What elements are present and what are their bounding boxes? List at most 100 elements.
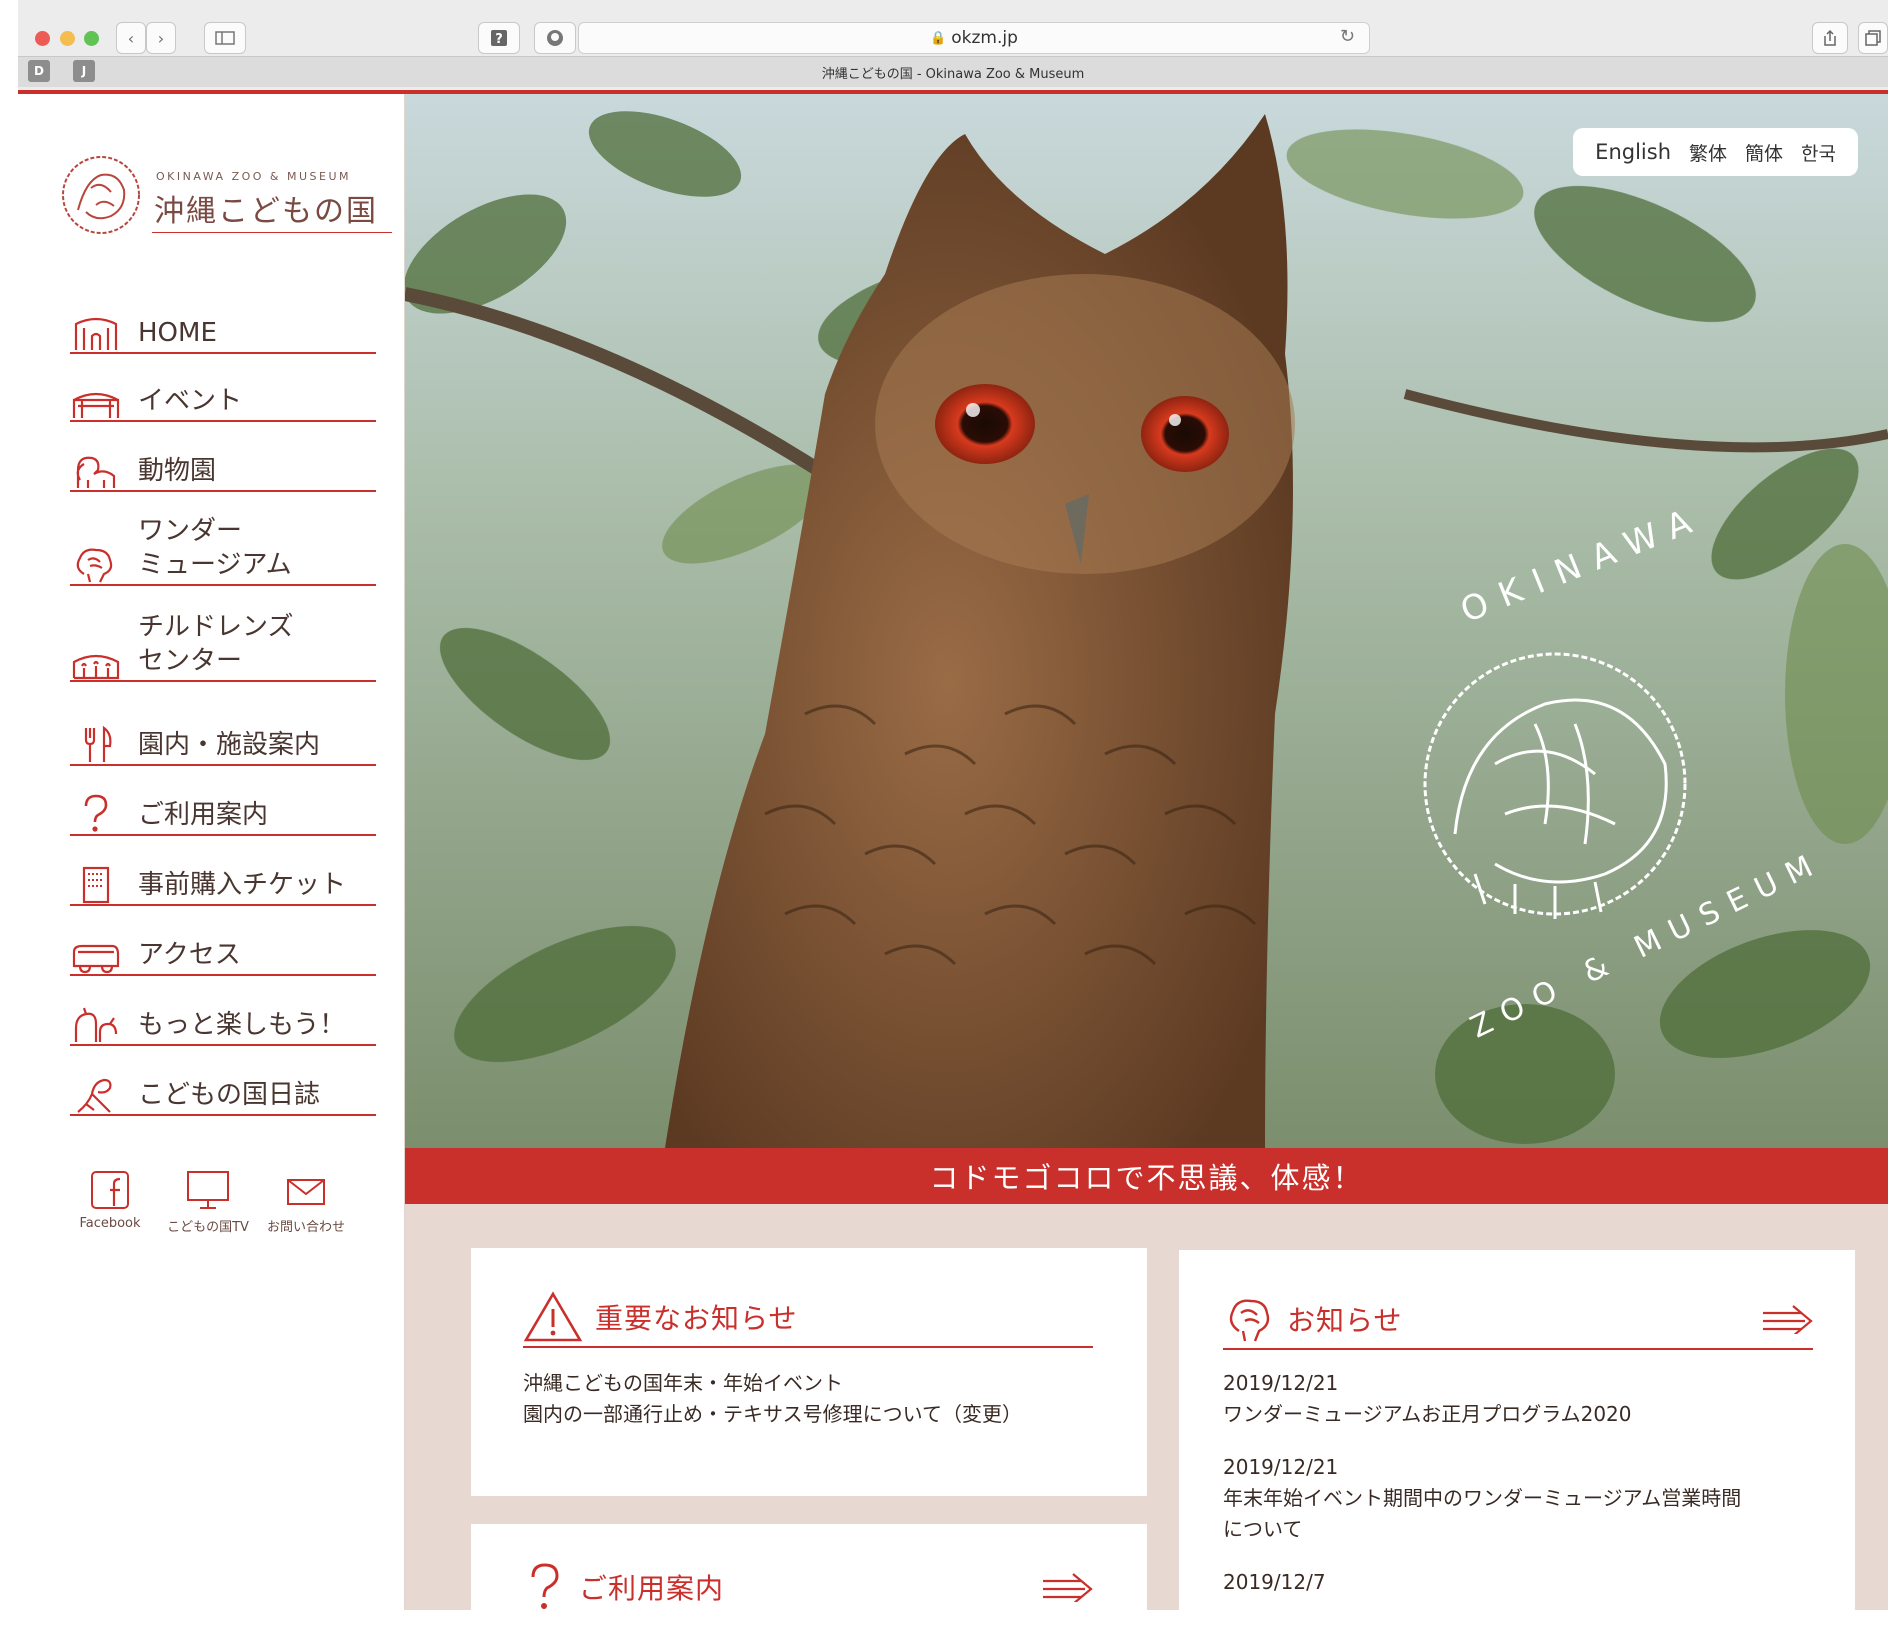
nav-item-enjoy-more[interactable]: もっと楽しもう！	[70, 994, 376, 1046]
facebook-link[interactable]: Facebook	[60, 1170, 160, 1231]
gate-icon	[74, 317, 118, 350]
question-icon	[531, 1563, 559, 1609]
important-notice-item[interactable]: 園内の一部通行止め・テキサス号修理について（変更）	[523, 1399, 1022, 1430]
double-arrow-right-icon[interactable]	[1761, 1304, 1813, 1334]
nav-label: 園内・施設案内	[138, 730, 321, 760]
nav-item-access[interactable]: アクセス	[70, 924, 376, 976]
stage-icon	[72, 392, 120, 418]
address-bar[interactable]: 🔒 okzm.jp ↻	[578, 22, 1370, 54]
url-text: okzm.jp	[951, 28, 1018, 48]
nav-label: もっと楽しもう！	[138, 1010, 346, 1040]
news-date: 2019/12/21	[1223, 1371, 1339, 1395]
kodomo-tv-link[interactable]: こどもの国TV	[158, 1170, 258, 1235]
news-text: ワンダーミュージアムお正月プログラム2020	[1223, 1402, 1632, 1426]
lang-korean[interactable]: 한국	[1801, 139, 1836, 166]
nav-item-advance-tickets[interactable]: 事前購入チケット	[70, 854, 376, 906]
double-arrow-right-icon[interactable]	[1041, 1572, 1093, 1602]
news-date: 2019/12/7	[1223, 1570, 1326, 1594]
nav-label: イベント	[138, 386, 243, 416]
important-notice-title: 重要なお知らせ	[595, 1302, 798, 1335]
help-icon: ?	[491, 30, 507, 47]
lang-traditional-chinese[interactable]: 繁体	[1689, 139, 1727, 166]
nav-label-line1: チルドレンズ	[138, 612, 294, 642]
share-button[interactable]	[1812, 22, 1848, 54]
browser-toolbar: ‹ › ? 🔒 okzm.jp ↻	[18, 8, 1888, 54]
news-item[interactable]: 2019/12/7	[1223, 1567, 1823, 1598]
news-text: 年末年始イベント期間中のワンダーミュージアム営業時間	[1223, 1486, 1742, 1510]
logo-underline	[152, 232, 392, 233]
site-logo[interactable]: OKINAWA ZOO & MUSEUM 沖縄こどもの国	[56, 150, 396, 250]
fork-knife-icon	[84, 725, 112, 762]
ghost-icon	[547, 30, 563, 46]
content-area: 重要なお知らせ 沖縄こどもの国年末・年始イベント 園内の一部通行止め・テキサス号…	[405, 1204, 1888, 1644]
language-switcher: English 繁体 簡体 한국	[1573, 128, 1858, 176]
ticket-icon	[82, 866, 110, 904]
facebook-icon	[91, 1171, 129, 1209]
lang-simplified-chinese[interactable]: 簡体	[1745, 139, 1783, 166]
sidebar-toggle-button[interactable]	[204, 22, 246, 54]
tab-bar: D J 沖縄こどもの国 - Okinawa Zoo & Museum	[18, 56, 1888, 87]
nav-label: 動物園	[138, 456, 217, 486]
nav-item-zoo[interactable]: 動物園	[70, 440, 376, 492]
lang-english[interactable]: English	[1595, 140, 1671, 164]
important-notice-item[interactable]: 沖縄こどもの国年末・年始イベント	[523, 1368, 1022, 1399]
nav-label: こどもの国日誌	[138, 1080, 321, 1110]
browser-chrome: ‹ › ? 🔒 okzm.jp ↻ D J 沖縄こどもの国 - Okinawa …	[18, 0, 1888, 94]
news-item[interactable]: 2019/12/21 年末年始イベント期間中のワンダーミュージアム営業時間 につ…	[1223, 1452, 1823, 1545]
news-text-continued: について	[1223, 1517, 1303, 1541]
logo-japanese: 沖縄こどもの国	[154, 194, 378, 229]
important-notice-card: 重要なお知らせ 沖縄こどもの国年末・年始イベント 園内の一部通行止め・テキサス号…	[471, 1248, 1147, 1496]
tagline-banner: コドモゴコロで不思議、体感！	[405, 1148, 1888, 1204]
nav-item-diary[interactable]: こどもの国日誌	[70, 1064, 376, 1116]
news-item[interactable]: 2019/12/21 ワンダーミュージアムお正月プログラム2020	[1223, 1368, 1823, 1430]
zoom-window-button[interactable]	[84, 31, 99, 46]
svg-text:?: ?	[495, 32, 503, 47]
mail-icon	[287, 1179, 325, 1205]
logo-english: OKINAWA ZOO & MUSEUM	[156, 170, 352, 183]
tv-icon	[187, 1171, 229, 1209]
children-icon	[72, 654, 120, 680]
nav-label-line1: ワンダー	[138, 516, 243, 546]
tabs-button[interactable]	[1858, 22, 1888, 54]
brain-icon	[1229, 1299, 1270, 1342]
nav-item-event[interactable]: イベント	[70, 370, 376, 422]
nav-item-childrens-center[interactable]: チルドレンズ センター	[70, 606, 376, 682]
nav-item-usage-guide[interactable]: ご利用案内	[70, 784, 376, 836]
nav-item-home[interactable]: HOME	[70, 302, 376, 354]
nav-label: ご利用案内	[138, 800, 269, 830]
nav-label: アクセス	[138, 940, 241, 970]
share-icon	[1824, 29, 1836, 46]
contact-link[interactable]: お問い合わせ	[256, 1170, 356, 1235]
nav-label-line2: センター	[138, 646, 243, 676]
important-notice-header: 重要なお知らせ	[523, 1288, 1093, 1348]
sidebar: OKINAWA ZOO & MUSEUM 沖縄こどもの国 HOME イベント 動…	[18, 94, 405, 1610]
nav-label-line2: ミュージアム	[138, 550, 292, 580]
news-date: 2019/12/21	[1223, 1455, 1339, 1479]
news-card: お知らせ 2019/12/21 ワンダーミュージアムお正月プログラム2020 2…	[1179, 1250, 1855, 1610]
extension-button[interactable]	[534, 22, 576, 54]
diary-icon	[77, 1078, 112, 1113]
reload-icon[interactable]: ↻	[1340, 26, 1355, 47]
animals-icon	[74, 1007, 118, 1042]
usage-guide-card[interactable]: ご利用案内	[471, 1524, 1147, 1644]
nav-label: HOME	[138, 318, 217, 348]
brain-icon	[76, 548, 113, 583]
help-button[interactable]: ?	[478, 22, 520, 54]
hero-image: OKINAWA ZOO & MUSEUM English 繁体 簡体 한국	[405, 94, 1888, 1148]
zoo-emblem-icon	[62, 156, 140, 234]
nav-item-facility-guide[interactable]: 園内・施設案内	[70, 714, 376, 766]
nav-item-wonder-museum[interactable]: ワンダー ミュージアム	[70, 510, 376, 586]
facebook-label: Facebook	[79, 1216, 141, 1231]
close-window-button[interactable]	[35, 31, 50, 46]
back-button[interactable]: ‹	[116, 22, 146, 54]
chevron-right-icon: ›	[157, 28, 165, 48]
chevron-left-icon: ‹	[127, 28, 135, 48]
tab-title[interactable]: 沖縄こどもの国 - Okinawa Zoo & Museum	[18, 63, 1888, 82]
lock-icon: 🔒	[930, 30, 947, 46]
usage-guide-title: ご利用案内	[579, 1572, 725, 1605]
usage-guide-header: ご利用案内	[523, 1558, 1093, 1616]
news-title: お知らせ	[1287, 1304, 1403, 1337]
nav-label: 事前購入チケット	[138, 870, 347, 900]
minimize-window-button[interactable]	[60, 31, 75, 46]
forward-button[interactable]: ›	[146, 22, 176, 54]
